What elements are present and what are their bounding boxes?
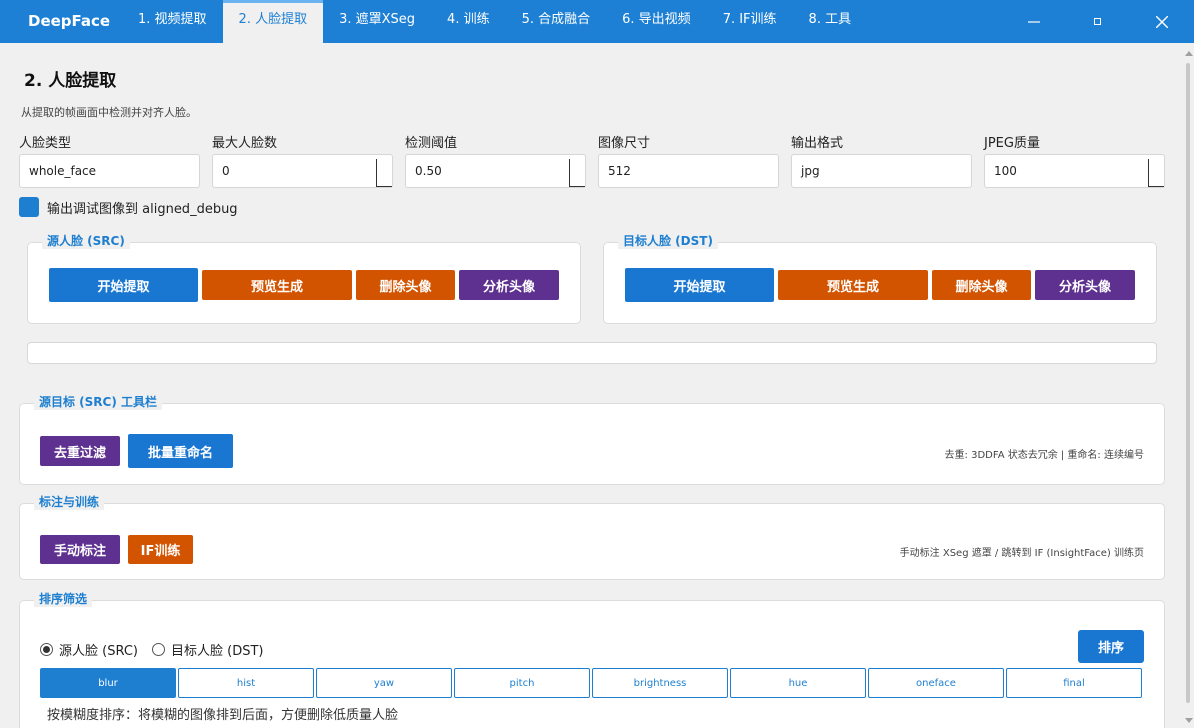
tab-mask-xseg[interactable]: 3. 遮罩XSeg [323, 0, 431, 43]
debug-output-checkbox[interactable] [19, 197, 39, 217]
title-bar: DeepFace 1. 视频提取 2. 人脸提取 3. 遮罩XSeg 4. 训练… [0, 0, 1194, 43]
radio-dst-face[interactable]: 目标人脸 (DST) [152, 640, 263, 659]
dst-face-group-title: 目标人脸 (DST) [618, 232, 718, 249]
jpeg-quality-label: JPEG质量 [984, 136, 1040, 151]
output-format-value: jpg [801, 164, 820, 178]
radio-src-indicator[interactable] [40, 643, 53, 656]
dst-analyze-avatar-button[interactable]: 分析头像 [1035, 270, 1135, 300]
manual-label-button[interactable]: 手动标注 [40, 535, 120, 564]
tab-train[interactable]: 4. 训练 [431, 0, 506, 43]
image-size-field: 图像尺寸 512 [598, 135, 779, 188]
tab-merge[interactable]: 5. 合成融合 [506, 0, 607, 43]
vertical-scrollbar[interactable] [1183, 43, 1194, 728]
face-type-field: 人脸类型 whole_face [19, 135, 200, 188]
radio-dst-label: 目标人脸 (DST) [171, 644, 264, 659]
dst-delete-avatar-button[interactable]: 删除头像 [932, 270, 1031, 300]
close-button[interactable] [1130, 0, 1194, 43]
scroll-thumb[interactable] [1186, 63, 1190, 703]
radio-src-label: 源人脸 (SRC) [59, 644, 138, 659]
debug-output-label: 输出调试图像到 aligned_debug [47, 201, 238, 217]
app-name: DeepFace [28, 12, 111, 30]
label-train-note: 手动标注 XSeg 遮罩 / 跳转到 IF (InsightFace) 训练页 [899, 548, 1144, 559]
output-format-label: 输出格式 [791, 136, 844, 151]
jpeg-quality-stepper[interactable] [1148, 155, 1164, 187]
face-type-input[interactable]: whole_face [19, 154, 200, 188]
output-format-input[interactable]: jpg [791, 154, 972, 188]
face-source-radio-group: 源人脸 (SRC) 目标人脸 (DST) [40, 640, 277, 659]
maximize-icon [1094, 17, 1101, 25]
src-preview-button[interactable]: 预览生成 [202, 270, 352, 300]
sort-method-final[interactable]: final [1006, 668, 1142, 698]
minimize-icon [1028, 20, 1040, 23]
detect-threshold-stepper[interactable] [569, 155, 585, 187]
max-faces-field: 最大人脸数 0 [212, 135, 393, 188]
sort-method-hue[interactable]: hue [730, 668, 866, 698]
close-icon [1156, 15, 1168, 28]
jpeg-quality-value: 100 [994, 164, 1017, 178]
max-faces-stepper[interactable] [376, 155, 392, 187]
src-analyze-avatar-button[interactable]: 分析头像 [459, 270, 559, 300]
sort-method-pitch[interactable]: pitch [454, 668, 590, 698]
scroll-up-icon[interactable] [1185, 51, 1193, 56]
src-face-group-title: 源人脸 (SRC) [42, 232, 130, 249]
tab-video-extract[interactable]: 1. 视频提取 [122, 0, 223, 43]
sort-method-description: 按模糊度排序：将模糊的图像排到后面，方便删除低质量人脸 [47, 708, 399, 723]
max-faces-spinbox[interactable]: 0 [212, 154, 393, 188]
sort-method-tabs: blur hist yaw pitch brightness hue onefa… [40, 668, 1142, 698]
jpeg-quality-spinbox[interactable]: 100 [984, 154, 1165, 188]
dst-start-extract-button[interactable]: 开始提取 [625, 268, 774, 302]
spin-divider [1148, 159, 1149, 187]
src-delete-avatar-button[interactable]: 删除头像 [356, 270, 455, 300]
image-size-input[interactable]: 512 [598, 154, 779, 188]
sort-method-yaw[interactable]: yaw [316, 668, 452, 698]
page-description: 从提取的帧画面中检测并对齐人脸。 [21, 106, 197, 119]
debug-output-option[interactable]: 输出调试图像到 aligned_debug [19, 197, 238, 217]
image-size-label: 图像尺寸 [598, 136, 651, 151]
dst-preview-button[interactable]: 预览生成 [778, 270, 928, 300]
tab-bar: 1. 视频提取 2. 人脸提取 3. 遮罩XSeg 4. 训练 5. 合成融合 … [122, 0, 867, 43]
window-controls [1002, 0, 1194, 43]
image-size-value: 512 [608, 164, 631, 178]
tab-export-video[interactable]: 6. 导出视频 [606, 0, 707, 43]
src-start-extract-button[interactable]: 开始提取 [49, 268, 198, 302]
detect-threshold-spinbox[interactable]: 0.50 [405, 154, 586, 188]
sort-method-oneface[interactable]: oneface [868, 668, 1004, 698]
max-faces-label: 最大人脸数 [212, 136, 278, 151]
face-type-value: whole_face [29, 164, 97, 178]
minimize-button[interactable] [1002, 0, 1066, 43]
detect-threshold-field: 检测阈值 0.50 [405, 135, 586, 188]
radio-dst-indicator[interactable] [152, 643, 165, 656]
jpeg-quality-field: JPEG质量 100 [984, 135, 1165, 188]
spin-baseline [569, 186, 585, 187]
detect-threshold-label: 检测阈值 [405, 136, 458, 151]
tab-if-train[interactable]: 7. IF训练 [707, 0, 793, 43]
detect-threshold-value: 0.50 [415, 164, 442, 178]
sort-method-blur[interactable]: blur [40, 668, 176, 698]
if-train-button[interactable]: IF训练 [128, 535, 193, 564]
maximize-button[interactable] [1066, 0, 1130, 43]
dedupe-filter-button[interactable]: 去重过滤 [40, 436, 120, 466]
toolbar-note: 去重: 3DDFA 状态去冗余 | 重命名: 连续编号 [944, 450, 1144, 461]
sort-filter-group-title: 排序筛选 [34, 590, 93, 607]
sort-method-brightness[interactable]: brightness [592, 668, 728, 698]
batch-rename-button[interactable]: 批量重命名 [128, 434, 233, 468]
max-faces-value: 0 [222, 164, 230, 178]
spin-divider [569, 159, 570, 187]
scroll-down-icon[interactable] [1185, 718, 1193, 723]
spin-baseline [376, 186, 392, 187]
label-train-group-title: 标注与训练 [34, 493, 105, 510]
face-type-label: 人脸类型 [19, 136, 72, 151]
sort-method-hist[interactable]: hist [178, 668, 314, 698]
spin-baseline [1148, 186, 1164, 187]
tab-face-extract[interactable]: 2. 人脸提取 [222, 0, 324, 43]
output-format-field: 输出格式 jpg [791, 135, 972, 188]
radio-selected-dot [43, 646, 50, 653]
tab-tools[interactable]: 8. 工具 [793, 0, 868, 43]
progress-bar [27, 342, 1157, 364]
spin-divider [376, 159, 377, 187]
radio-src-face[interactable]: 源人脸 (SRC) [40, 640, 138, 659]
src-toolbar-group-title: 源目标 (SRC) 工具栏 [34, 393, 163, 410]
page-title: 2. 人脸提取 [24, 71, 117, 91]
sort-button[interactable]: 排序 [1078, 630, 1144, 663]
